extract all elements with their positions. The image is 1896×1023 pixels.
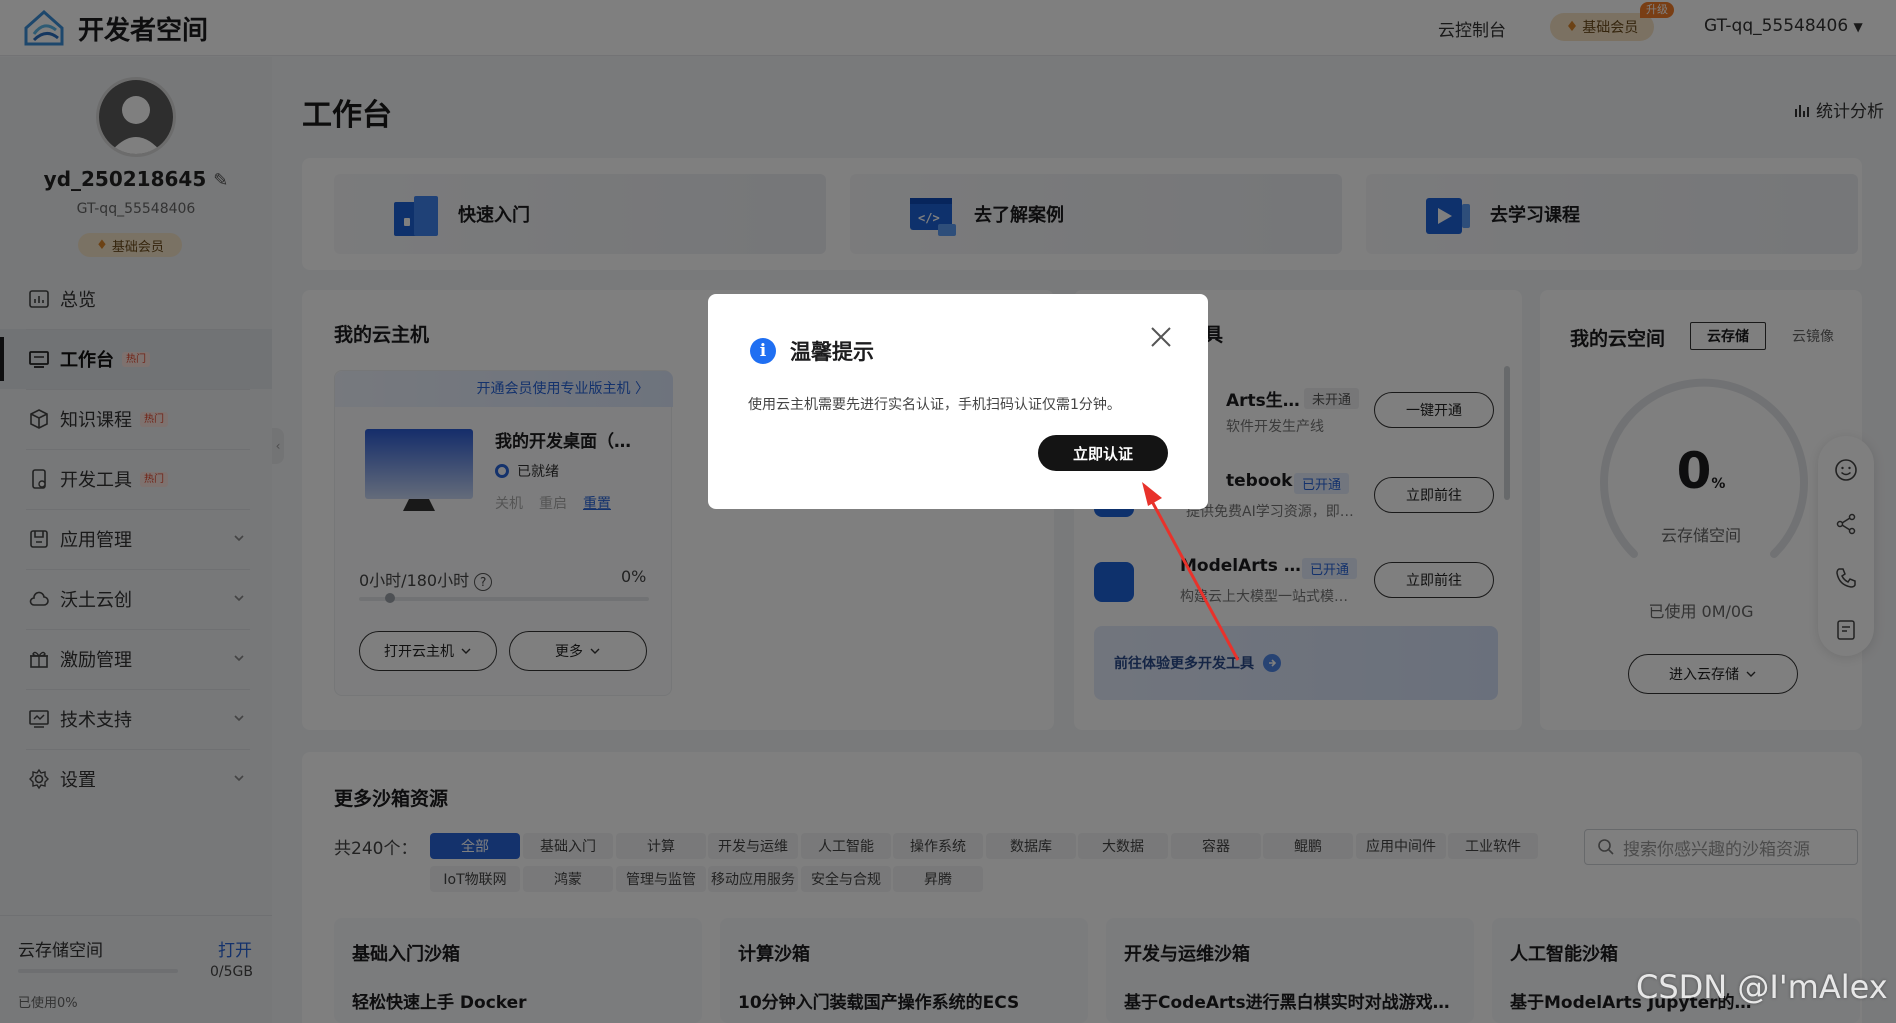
watermark: CSDN @I'mAlex: [1636, 968, 1888, 1006]
notice-dialog: i 温馨提示 使用云主机需要先进行实名认证，手机扫码认证仅需1分钟。 立即认证: [708, 294, 1208, 509]
verify-now-button[interactable]: 立即认证: [1038, 435, 1168, 471]
dialog-title: 温馨提示: [790, 340, 874, 364]
modal-overlay[interactable]: [0, 0, 1896, 1023]
annotation-arrow-icon: [1142, 482, 1240, 661]
close-icon[interactable]: [1148, 324, 1174, 350]
dialog-message: 使用云主机需要先进行实名认证，手机扫码认证仅需1分钟。: [748, 397, 1121, 413]
info-icon: i: [750, 338, 776, 364]
